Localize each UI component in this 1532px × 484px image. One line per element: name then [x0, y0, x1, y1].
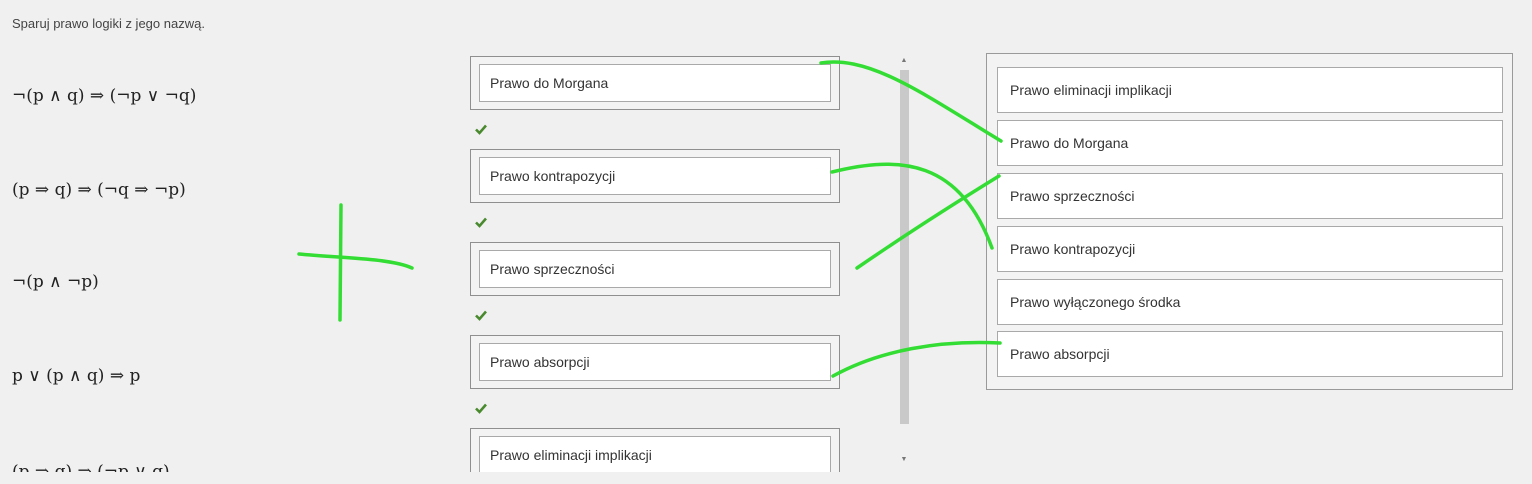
- pool-item-absorpcji[interactable]: Prawo absorpcji: [997, 331, 1503, 377]
- answer-item[interactable]: Prawo sprzeczności: [479, 250, 831, 288]
- answer-pool: Prawo eliminacji implikacji Prawo do Mor…: [986, 53, 1513, 390]
- matching-question: Sparuj prawo logiki z jego nazwą. ¬(p ∧ …: [0, 0, 1532, 484]
- annotation-cross-vertical: [338, 203, 343, 322]
- scrollbar-thumb[interactable]: [900, 70, 909, 424]
- answer-slot-2[interactable]: Prawo kontrapozycji: [470, 149, 840, 203]
- answers-scrollbar[interactable]: ▲ ▼: [898, 52, 910, 472]
- answer-item[interactable]: Prawo do Morgana: [479, 64, 831, 102]
- answer-item[interactable]: Prawo eliminacji implikacji: [479, 436, 831, 472]
- pool-item-eliminacji-implikacji[interactable]: Prawo eliminacji implikacji: [997, 67, 1503, 113]
- answer-slot-5[interactable]: Prawo eliminacji implikacji: [470, 428, 840, 472]
- check-icon: [475, 310, 487, 321]
- pool-item-sprzecznosci[interactable]: Prawo sprzeczności: [997, 173, 1503, 219]
- annotation-cross-horizontal: [297, 252, 414, 270]
- pool-item-do-morgana[interactable]: Prawo do Morgana: [997, 120, 1503, 166]
- check-icon: [475, 403, 487, 414]
- check-icon: [475, 217, 487, 228]
- answer-slot-4[interactable]: Prawo absorpcji: [470, 335, 840, 389]
- question-instruction: Sparuj prawo logiki z jego nazwą.: [12, 16, 205, 31]
- check-icon: [475, 124, 487, 135]
- formula-contradiction: ¬(p ∧ ¬p): [12, 272, 99, 292]
- answer-slot-1[interactable]: Prawo do Morgana: [470, 56, 840, 110]
- formula-absorption: p ∨ (p ∧ q) ⇒ p: [12, 366, 141, 386]
- answer-drop-zone-list[interactable]: Prawo do Morgana Prawo kontrapozycji Pra…: [466, 52, 912, 472]
- pool-item-wylaczonego-srodka[interactable]: Prawo wyłączonego środka: [997, 279, 1503, 325]
- formula-contraposition: (p ⇒ q) ⇒ (¬q ⇒ ¬p): [12, 180, 186, 200]
- formula-de-morgan: ¬(p ∧ q) ⇒ (¬p ∨ ¬q): [12, 86, 197, 106]
- pool-item-kontrapozycji[interactable]: Prawo kontrapozycji: [997, 226, 1503, 272]
- answer-item[interactable]: Prawo kontrapozycji: [479, 157, 831, 195]
- answer-item[interactable]: Prawo absorpcji: [479, 343, 831, 381]
- scroll-up-arrow-icon[interactable]: ▲: [899, 56, 909, 66]
- scroll-down-arrow-icon[interactable]: ▼: [899, 455, 909, 465]
- answer-slot-3[interactable]: Prawo sprzeczności: [470, 242, 840, 296]
- formula-implication-elimination: (p ⇒ q) ⇒ (¬p ∨ q): [12, 462, 170, 472]
